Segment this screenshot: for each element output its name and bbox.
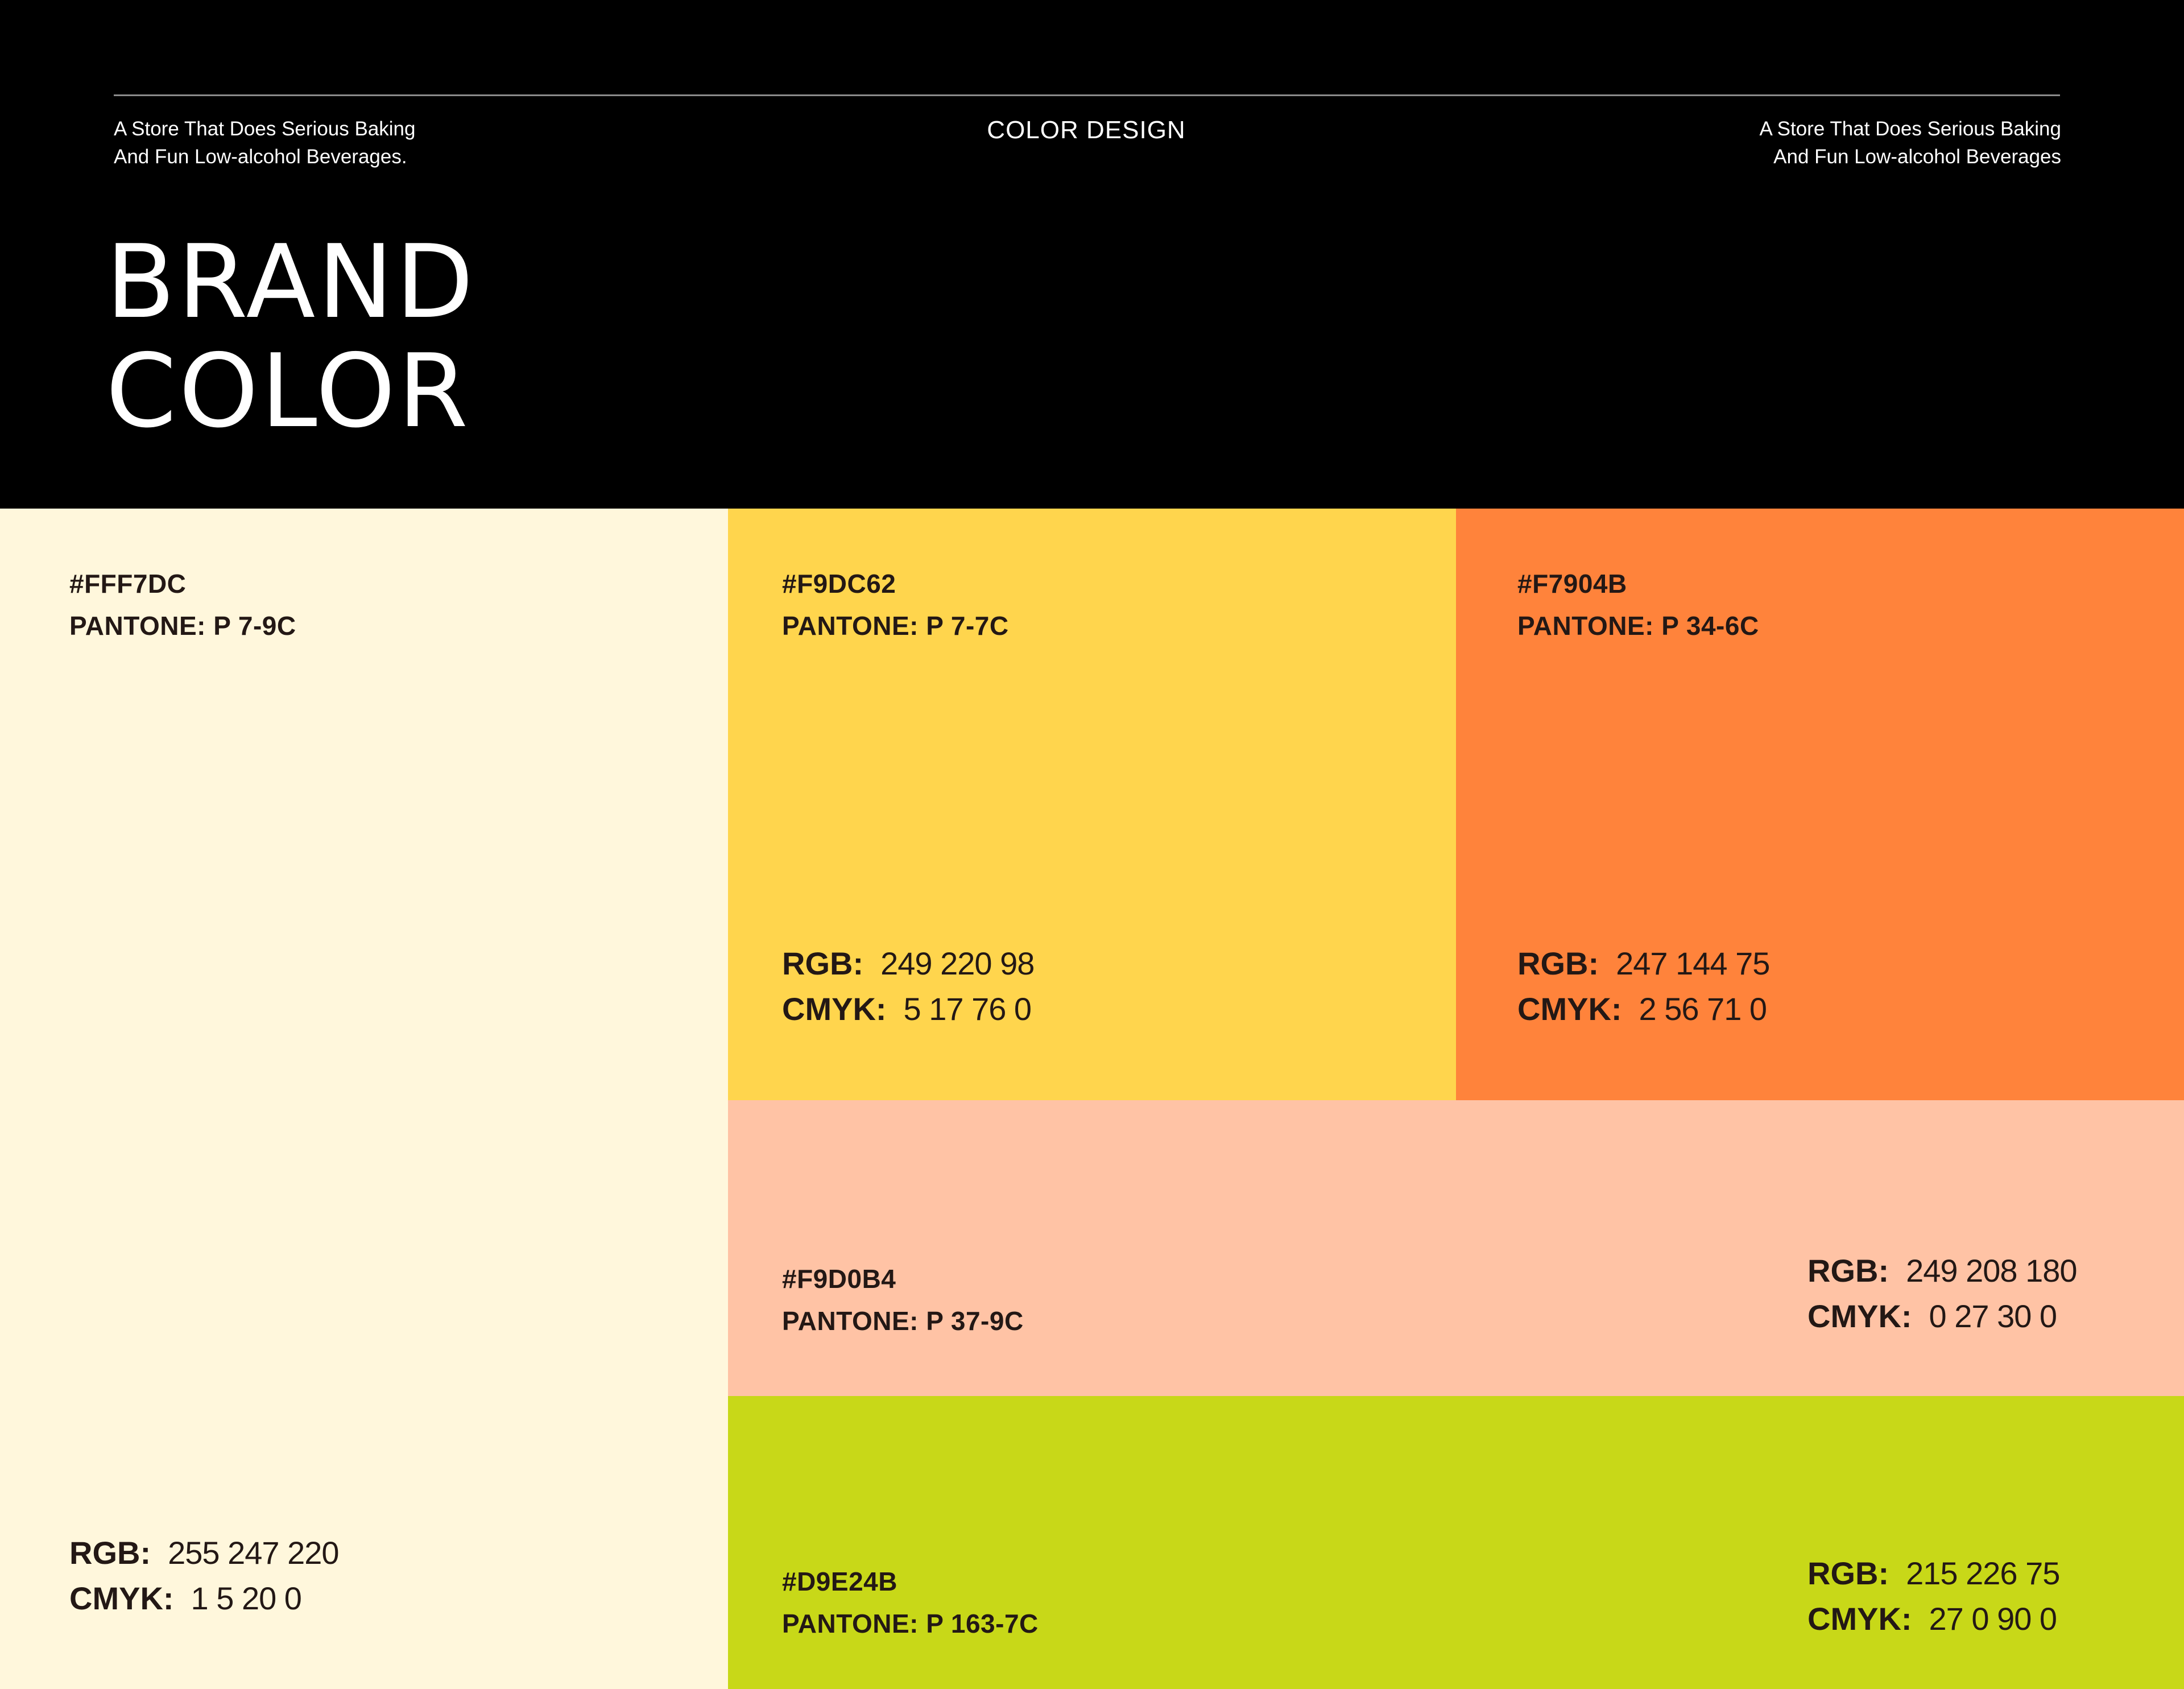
cmyk-label: CMYK:	[782, 991, 887, 1027]
swatch-orange: #F7904B PANTONE: P 34-6C RGB: 247 144 75 …	[1456, 509, 2184, 1100]
rgb-row: RGB: 255 247 220	[69, 1530, 340, 1576]
swatch-pantone: PANTONE: P 163-7C	[782, 1609, 1039, 1638]
cmyk-label: CMYK:	[1807, 1601, 1912, 1637]
cmyk-value: 27 0 90 0	[1929, 1601, 2058, 1637]
swatch-peach: #F9D0B4 PANTONE: P 37-9C RGB: 249 208 180…	[728, 1100, 2184, 1396]
swatch-spec: RGB: 249 220 98 CMYK: 5 17 76 0	[782, 941, 1035, 1032]
cmyk-row: CMYK: 2 56 71 0	[1517, 986, 1769, 1032]
swatch-cream: #FFF7DC PANTONE: P 7-9C RGB: 255 247 220 …	[0, 509, 728, 1689]
rgb-value: 215 226 75	[1906, 1555, 2060, 1591]
cmyk-row: CMYK: 0 27 30 0	[1807, 1294, 2077, 1339]
swatch-hex: #F9D0B4	[782, 1264, 896, 1294]
tagline-right: A Store That Does Serious Baking And Fun…	[1760, 115, 2062, 171]
swatch-spec: RGB: 215 226 75 CMYK: 27 0 90 0	[1807, 1551, 2060, 1642]
cmyk-value: 0 27 30 0	[1929, 1298, 2058, 1334]
rgb-label: RGB:	[1807, 1253, 1889, 1289]
swatch-spec: RGB: 249 208 180 CMYK: 0 27 30 0	[1807, 1248, 2078, 1339]
header-divider	[114, 94, 2060, 96]
tagline-left: A Store That Does Serious Baking And Fun…	[114, 115, 416, 171]
rgb-row: RGB: 249 220 98	[782, 941, 1035, 986]
rgb-label: RGB:	[782, 945, 864, 981]
cmyk-value: 1 5 20 0	[191, 1580, 302, 1616]
cmyk-row: CMYK: 1 5 20 0	[69, 1576, 339, 1621]
rgb-row: RGB: 249 208 180	[1807, 1248, 2078, 1294]
swatch-spec: RGB: 247 144 75 CMYK: 2 56 71 0	[1517, 941, 1770, 1032]
page-title: BRAND COLOR	[106, 228, 476, 446]
swatch-pantone: PANTONE: P 7-7C	[782, 611, 1009, 641]
color-design-label: COLOR DESIGN	[987, 116, 1186, 144]
cmyk-label: CMYK:	[1517, 991, 1622, 1027]
cmyk-value: 2 56 71 0	[1639, 991, 1768, 1027]
tagline-left-line-2: And Fun Low-alcohol Beverages.	[114, 146, 407, 168]
swatch-spec: RGB: 255 247 220 CMYK: 1 5 20 0	[69, 1530, 340, 1621]
swatch-hex: #FFF7DC	[69, 569, 187, 598]
header: A Store That Does Serious Baking And Fun…	[0, 0, 2184, 509]
cmyk-value: 5 17 76 0	[903, 991, 1032, 1027]
swatch-lime: #D9E24B PANTONE: P 163-7C RGB: 215 226 75…	[728, 1396, 2184, 1689]
swatch-hex: #F7904B	[1517, 569, 1627, 598]
cmyk-row: CMYK: 27 0 90 0	[1807, 1596, 2059, 1642]
tagline-left-line-1: A Store That Does Serious Baking	[114, 118, 416, 140]
swatch-hex: #F9DC62	[782, 569, 896, 598]
rgb-value: 255 247 220	[168, 1535, 339, 1571]
rgb-label: RGB:	[1807, 1555, 1889, 1591]
rgb-value: 247 144 75	[1616, 945, 1770, 981]
cmyk-label: CMYK:	[69, 1580, 174, 1616]
page-title-line-1: BRAND	[106, 223, 476, 341]
swatch-pantone: PANTONE: P 37-9C	[782, 1306, 1024, 1336]
rgb-row: RGB: 215 226 75	[1807, 1551, 2060, 1596]
swatch-pantone: PANTONE: P 34-6C	[1517, 611, 1759, 641]
rgb-row: RGB: 247 144 75	[1517, 941, 1770, 986]
cmyk-label: CMYK:	[1807, 1298, 1912, 1334]
rgb-label: RGB:	[1517, 945, 1599, 981]
swatch-yellow: #F9DC62 PANTONE: P 7-7C RGB: 249 220 98 C…	[728, 509, 1456, 1100]
rgb-label: RGB:	[69, 1535, 151, 1571]
swatch-pantone: PANTONE: P 7-9C	[69, 611, 296, 641]
tagline-right-line-2: And Fun Low-alcohol Beverages	[1773, 146, 2061, 168]
rgb-value: 249 208 180	[1906, 1253, 2077, 1289]
tagline-right-line-1: A Store That Does Serious Baking	[1759, 118, 2062, 140]
cmyk-row: CMYK: 5 17 76 0	[782, 986, 1034, 1032]
page-title-line-2: COLOR	[106, 332, 471, 450]
rgb-value: 249 220 98	[880, 945, 1035, 981]
swatch-hex: #D9E24B	[782, 1567, 897, 1596]
